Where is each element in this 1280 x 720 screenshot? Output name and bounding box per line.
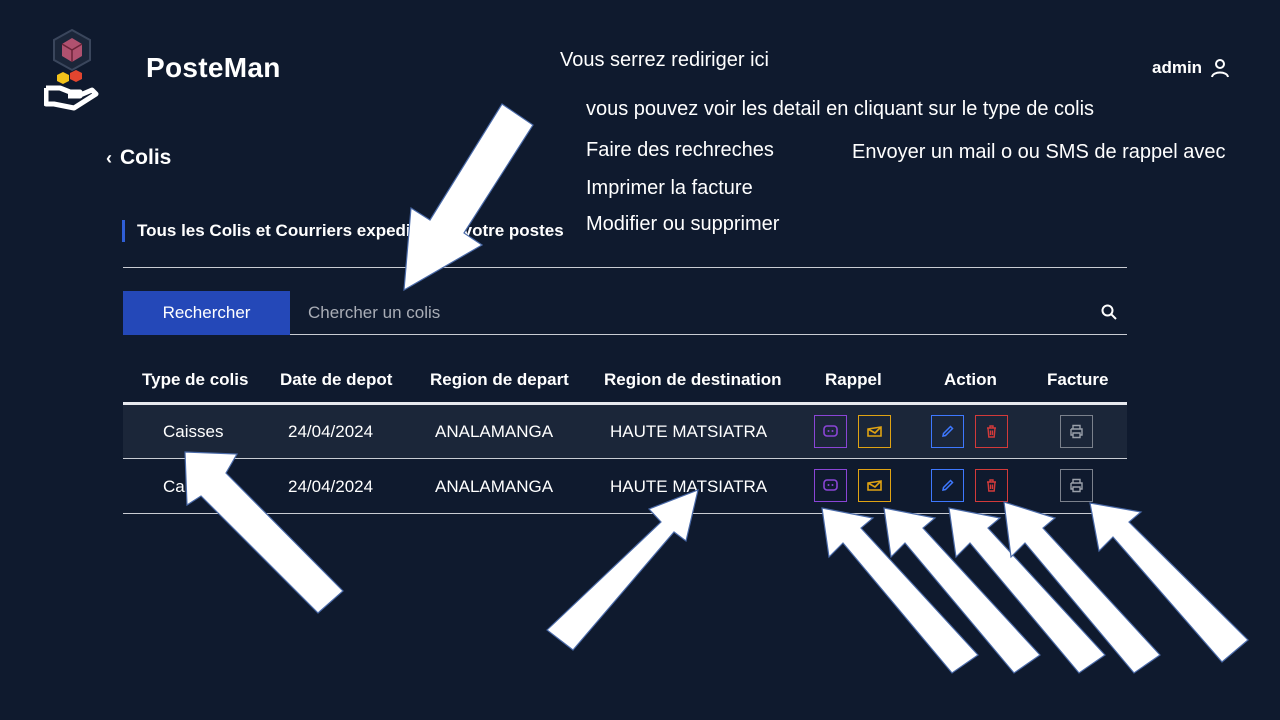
arrow-to-delete bbox=[1003, 501, 1161, 674]
deposit-date: 24/04/2024 bbox=[288, 422, 374, 441]
departure-region: ANALAMANGA bbox=[435, 477, 554, 496]
sms-reminder-button[interactable] bbox=[814, 469, 847, 502]
print-invoice-button[interactable] bbox=[1060, 415, 1093, 448]
sms-reminder-button[interactable] bbox=[814, 415, 847, 448]
delete-button[interactable] bbox=[975, 415, 1008, 448]
package-type-link[interactable]: Caisses bbox=[163, 422, 223, 442]
column-header-action: Action bbox=[944, 370, 997, 389]
destination-region: HAUTE MATSIATRA bbox=[610, 422, 768, 441]
mail-icon bbox=[867, 426, 882, 437]
column-header-date: Date de depot bbox=[280, 370, 393, 389]
sms-icon bbox=[823, 479, 838, 491]
search-button[interactable]: Rechercher bbox=[123, 291, 290, 335]
deposit-date: 24/04/2024 bbox=[288, 477, 374, 496]
column-header-destination: Region de destination bbox=[604, 370, 782, 389]
edit-button[interactable] bbox=[931, 415, 964, 448]
annotation-reminder: Envoyer un mail o ou SMS de rappel avec bbox=[852, 141, 1226, 163]
arrow-to-search-input bbox=[403, 103, 534, 292]
column-header-depart: Region de depart bbox=[430, 370, 569, 389]
app-logo bbox=[43, 28, 100, 116]
pencil-icon bbox=[942, 479, 954, 491]
sms-icon bbox=[823, 425, 838, 437]
column-header-type: Type de colis bbox=[142, 370, 249, 389]
delete-button[interactable] bbox=[975, 469, 1008, 502]
chevron-left-icon: ‹ bbox=[106, 147, 112, 168]
printer-icon bbox=[1070, 478, 1083, 493]
username: admin bbox=[1152, 58, 1203, 77]
arrow-to-sms bbox=[821, 507, 979, 674]
pencil-icon bbox=[942, 425, 954, 437]
arrow-to-mail bbox=[883, 507, 1041, 674]
divider bbox=[123, 267, 1127, 268]
user-menu[interactable]: admin bbox=[1152, 58, 1230, 78]
brand-name: PosteMan bbox=[146, 52, 281, 83]
arrow-to-destination bbox=[546, 489, 699, 651]
arrow-to-edit bbox=[948, 507, 1106, 674]
annotation-print: Imprimer la facture bbox=[586, 177, 753, 199]
trash-icon bbox=[987, 425, 996, 438]
print-invoice-button[interactable] bbox=[1060, 469, 1093, 502]
departure-region: ANALAMANGA bbox=[435, 422, 554, 441]
user-icon bbox=[1211, 59, 1230, 78]
annotation-search: Faire des rechreches bbox=[586, 139, 774, 161]
destination-region: HAUTE MATSIATRA bbox=[610, 477, 768, 496]
search-icon[interactable] bbox=[1100, 303, 1118, 321]
annotation-redirect: Vous serrez rediriger ici bbox=[560, 49, 769, 71]
column-header-facture: Facture bbox=[1047, 370, 1109, 389]
mail-reminder-button[interactable] bbox=[858, 469, 891, 502]
arrow-to-print bbox=[1089, 502, 1249, 663]
mail-reminder-button[interactable] bbox=[858, 415, 891, 448]
search-input[interactable] bbox=[290, 291, 1127, 335]
printer-icon bbox=[1070, 424, 1083, 439]
trash-icon bbox=[987, 479, 996, 492]
section-title: Tous les Colis et Courriers expedier par… bbox=[122, 220, 564, 242]
package-type-link[interactable]: Caisses bbox=[163, 477, 223, 497]
column-header-rappel: Rappel bbox=[825, 370, 882, 389]
edit-button[interactable] bbox=[931, 469, 964, 502]
annotation-edit: Modifier ou supprimer bbox=[586, 213, 780, 235]
mail-icon bbox=[867, 480, 882, 491]
annotation-details: vous pouvez voir les detail en cliquant … bbox=[586, 98, 1095, 120]
back-button[interactable]: ‹ Colis bbox=[106, 146, 171, 170]
page-title: Colis bbox=[120, 146, 172, 169]
